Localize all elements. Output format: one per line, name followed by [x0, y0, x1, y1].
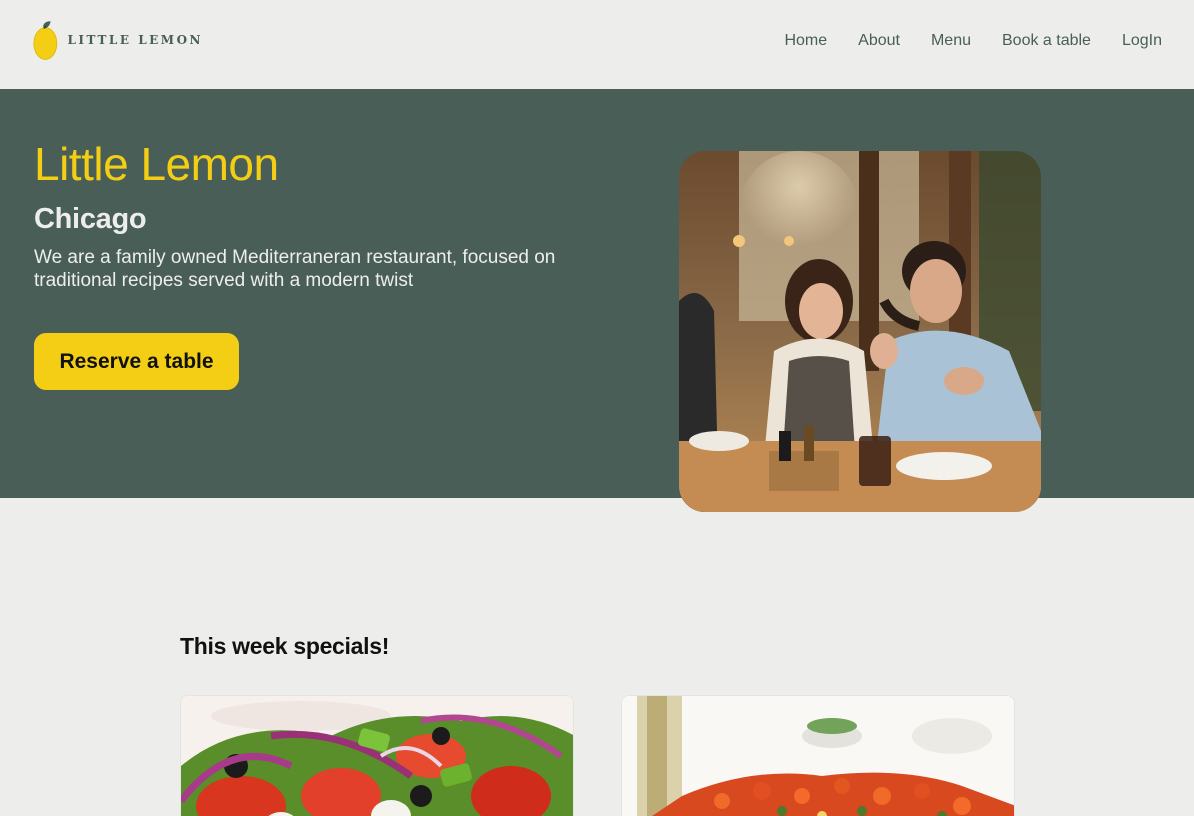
nav-home[interactable]: Home	[784, 30, 827, 52]
special-card-greek-salad[interactable]	[180, 695, 574, 816]
logo-text: LITTLE LEMON	[67, 33, 203, 47]
main-nav: Home About Menu Book a table LogIn	[784, 30, 1162, 52]
logo[interactable]: LITTLE LEMON	[33, 17, 203, 63]
site-header: LITTLE LEMON Home About Menu Book a tabl…	[0, 0, 1194, 89]
restaurant-couple-photo	[679, 151, 1041, 512]
nav-book-table[interactable]: Book a table	[1002, 30, 1091, 52]
reserve-table-button[interactable]: Reserve a table	[34, 333, 239, 390]
greek-salad-photo	[181, 696, 573, 816]
nav-menu[interactable]: Menu	[931, 30, 971, 52]
lemon-icon	[33, 21, 58, 60]
hero-description: We are a family owned Mediterraneran res…	[34, 247, 556, 291]
hero-title: Little Lemon	[34, 138, 279, 190]
nav-about[interactable]: About	[858, 30, 900, 52]
special-card-bruschetta[interactable]	[621, 695, 1015, 816]
bruschetta-photo	[622, 696, 1014, 816]
specials-title: This week specials!	[180, 633, 390, 659]
hero-city: Chicago	[34, 203, 147, 235]
hero-image	[679, 151, 1041, 512]
nav-login[interactable]: LogIn	[1122, 30, 1162, 52]
